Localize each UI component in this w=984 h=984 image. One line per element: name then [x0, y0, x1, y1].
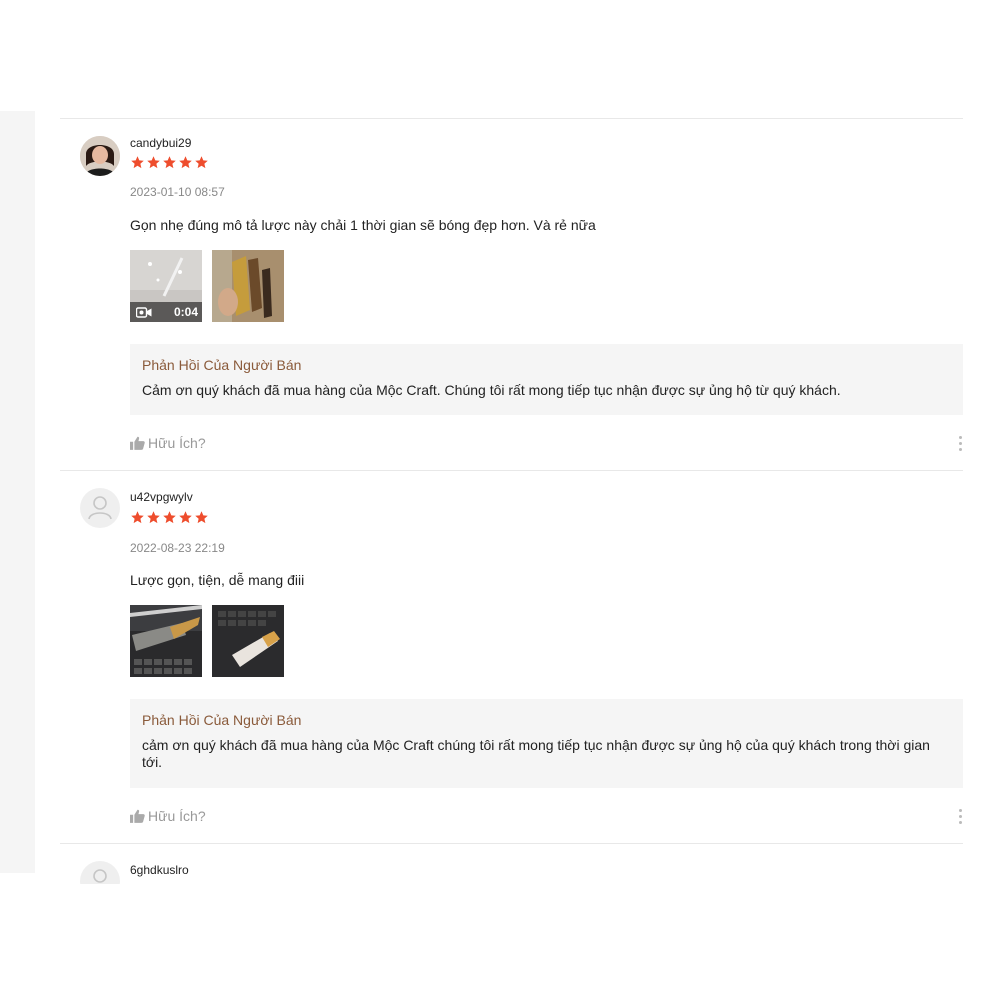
star-icon	[147, 511, 160, 524]
star-icon	[163, 511, 176, 524]
photo-image	[212, 605, 284, 677]
left-panel-strip	[0, 111, 35, 873]
avatar[interactable]	[80, 488, 120, 528]
star-icon	[147, 156, 160, 169]
video-duration-bar: 0:04	[130, 302, 202, 322]
default-user-icon	[93, 869, 107, 883]
helpful-button[interactable]: Hữu Ích?	[130, 808, 206, 824]
rating-stars	[130, 155, 209, 170]
star-icon	[195, 156, 208, 169]
default-user-icon	[88, 496, 112, 520]
review-date: 2022-08-23 22:19	[130, 541, 225, 555]
seller-reply: Phản Hồi Của Người Bán cảm ơn quý khách …	[130, 699, 963, 788]
review-date: 2023-01-10 08:57	[130, 185, 225, 199]
star-icon	[195, 511, 208, 524]
reviewer-username[interactable]: candybui29	[130, 136, 191, 150]
more-vertical-icon[interactable]	[957, 809, 963, 824]
avatar[interactable]	[80, 136, 120, 176]
seller-reply-text: Cảm ơn quý khách đã mua hàng của Mộc Cra…	[142, 382, 841, 398]
reviewer-username[interactable]: 6ghdkuslro	[130, 863, 189, 877]
avatar[interactable]	[80, 861, 120, 884]
review-media: 0:04	[130, 250, 284, 322]
thumbs-up-icon	[130, 809, 145, 823]
star-icon	[131, 156, 144, 169]
photo-image	[212, 250, 284, 322]
seller-reply-title: Phản Hồi Của Người Bán	[142, 712, 302, 728]
rating-stars	[130, 510, 209, 525]
reviews-list: candybui29 2023-01-10 08:57 Gọn nhẹ đúng…	[60, 118, 963, 884]
review-item: 6ghdkuslro	[60, 844, 963, 884]
star-icon	[131, 511, 144, 524]
star-icon	[179, 511, 192, 524]
helpful-button[interactable]: Hữu Ích?	[130, 435, 206, 451]
video-camera-icon	[136, 306, 152, 318]
review-item: candybui29 2023-01-10 08:57 Gọn nhẹ đúng…	[60, 119, 963, 471]
review-photo[interactable]	[212, 605, 284, 677]
thumbs-up-icon	[130, 436, 145, 450]
more-vertical-icon[interactable]	[957, 436, 963, 451]
helpful-label: Hữu Ích?	[148, 808, 206, 824]
star-icon	[179, 156, 192, 169]
review-comment: Gọn nhẹ đúng mô tả lược này chải 1 thời …	[130, 217, 596, 233]
video-duration: 0:04	[173, 305, 198, 319]
helpful-label: Hữu Ích?	[148, 435, 206, 451]
reviewer-username[interactable]: u42vpgwylv	[130, 490, 193, 504]
review-video-thumbnail[interactable]: 0:04	[130, 250, 202, 322]
review-media	[130, 605, 284, 677]
seller-reply: Phản Hồi Của Người Bán Cảm ơn quý khách …	[130, 344, 963, 415]
star-icon	[163, 156, 176, 169]
review-item: u42vpgwylv 2022-08-23 22:19 Lược gọn, ti…	[60, 471, 963, 844]
photo-image	[130, 605, 202, 677]
review-photo[interactable]	[212, 250, 284, 322]
review-photo[interactable]	[130, 605, 202, 677]
review-comment: Lược gọn, tiện, dễ mang điii	[130, 572, 305, 588]
seller-reply-text: cảm ơn quý khách đã mua hàng của Mộc Cra…	[142, 737, 930, 770]
seller-reply-title: Phản Hồi Của Người Bán	[142, 357, 302, 373]
